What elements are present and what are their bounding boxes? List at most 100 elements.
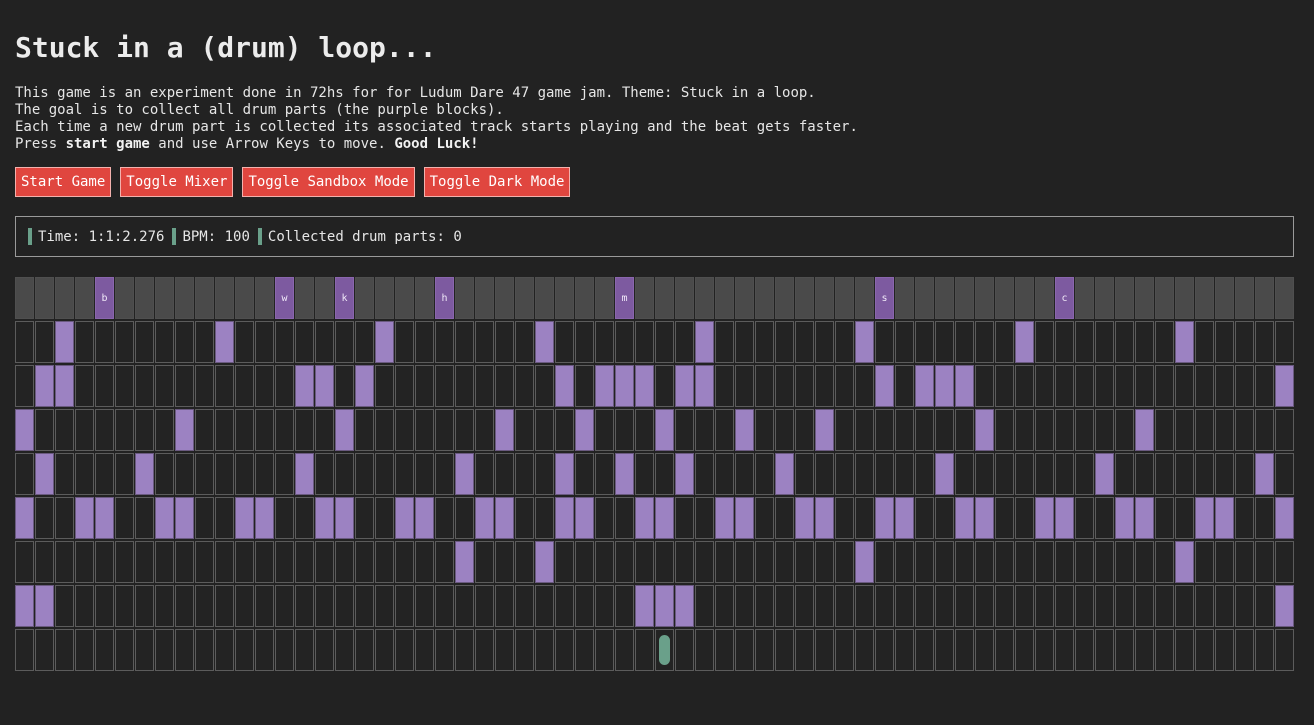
status-bar: Time: 1:1:2.276 BPM: 100 Collected drum …	[15, 216, 1294, 257]
grid-cell	[1255, 409, 1274, 451]
grid-cell	[315, 629, 334, 671]
start-game-button[interactable]: Start Game	[15, 167, 112, 197]
grid-cell	[755, 497, 774, 539]
header-cell	[935, 277, 954, 319]
toggle-dark-mode-button[interactable]: Toggle Dark Mode	[423, 167, 571, 197]
grid-cell	[975, 629, 994, 671]
grid-cell	[795, 585, 814, 627]
grid-cell	[495, 365, 514, 407]
drum-part-block	[35, 453, 54, 495]
grid-cell	[435, 321, 454, 363]
grid-cell	[1035, 585, 1054, 627]
grid-cell	[135, 585, 154, 627]
grid-cell	[515, 321, 534, 363]
grid-cell	[475, 453, 494, 495]
grid-cell	[455, 497, 474, 539]
grid-cell	[715, 365, 734, 407]
grid-cell	[955, 541, 974, 583]
grid-cell	[175, 629, 194, 671]
grid-cell	[595, 585, 614, 627]
grid-cell	[615, 585, 634, 627]
header-cell	[1255, 277, 1274, 319]
grid-cell	[1055, 321, 1074, 363]
grid-cell	[955, 585, 974, 627]
grid-cell	[95, 453, 114, 495]
grid-cell	[435, 541, 454, 583]
drum-part-block	[635, 365, 654, 407]
grid-cell	[735, 541, 754, 583]
grid-cell	[695, 629, 714, 671]
grid-cell	[1095, 541, 1114, 583]
drum-part-block	[555, 365, 574, 407]
grid-cell	[735, 585, 754, 627]
grid-cell	[1055, 585, 1074, 627]
grid-cell	[895, 365, 914, 407]
grid-cell	[255, 365, 274, 407]
header-cell	[1175, 277, 1194, 319]
grid-cell	[1115, 629, 1134, 671]
grid-cell	[155, 629, 174, 671]
grid-cell	[695, 453, 714, 495]
header-cell	[535, 277, 554, 319]
grid-cell	[295, 321, 314, 363]
toggle-mixer-button[interactable]: Toggle Mixer	[120, 167, 234, 197]
grid-cell	[155, 321, 174, 363]
grid-cell	[355, 541, 374, 583]
grid-cell	[695, 541, 714, 583]
grid-cell	[1095, 585, 1114, 627]
drum-part-block	[1175, 541, 1194, 583]
grid-cell	[1155, 321, 1174, 363]
grid-cell	[1075, 365, 1094, 407]
grid-cell	[915, 409, 934, 451]
grid-cell	[35, 409, 54, 451]
grid-cell	[1235, 497, 1254, 539]
grid-cell	[875, 321, 894, 363]
drum-part-block	[535, 321, 554, 363]
grid-cell	[635, 453, 654, 495]
grid-cell	[55, 497, 74, 539]
grid-cell	[1115, 409, 1134, 451]
grid-cell	[935, 497, 954, 539]
drum-part-block	[715, 497, 734, 539]
grid-cell	[95, 541, 114, 583]
grid-cell	[255, 453, 274, 495]
drum-part-block	[175, 409, 194, 451]
grid-cell	[1015, 585, 1034, 627]
header-cell	[775, 277, 794, 319]
grid-cell	[155, 409, 174, 451]
grid-cell	[1075, 453, 1094, 495]
grid-cell	[835, 497, 854, 539]
grid-cell	[535, 585, 554, 627]
grid-cell	[595, 541, 614, 583]
grid-cell	[895, 541, 914, 583]
header-cell	[1275, 277, 1294, 319]
grid-cell	[815, 365, 834, 407]
grid-cell	[935, 409, 954, 451]
grid-cell	[175, 541, 194, 583]
collected-stat: Collected drum parts: 0	[257, 228, 462, 245]
grid-cell	[395, 585, 414, 627]
grid-cell	[355, 497, 374, 539]
grid-cell	[715, 321, 734, 363]
grid-cell	[935, 541, 954, 583]
grid-cell	[235, 365, 254, 407]
toggle-sandbox-mode-button[interactable]: Toggle Sandbox Mode	[242, 167, 415, 197]
grid-cell	[675, 497, 694, 539]
drum-part-block	[555, 453, 574, 495]
grid-cell	[775, 321, 794, 363]
grid-cell	[375, 409, 394, 451]
grid-cell	[75, 321, 94, 363]
grid-cell	[1215, 453, 1234, 495]
intro-line-1: This game is an experiment done in 72hs …	[15, 85, 816, 101]
grid-cell	[1175, 453, 1194, 495]
grid-cell	[715, 541, 734, 583]
grid-cell	[415, 409, 434, 451]
grid-cell	[375, 365, 394, 407]
grid-cell	[995, 453, 1014, 495]
grid-cell	[215, 453, 234, 495]
header-cell	[895, 277, 914, 319]
grid-cell	[1255, 497, 1274, 539]
drum-part-block	[475, 497, 494, 539]
grid-cell	[675, 541, 694, 583]
grid-cell	[95, 629, 114, 671]
